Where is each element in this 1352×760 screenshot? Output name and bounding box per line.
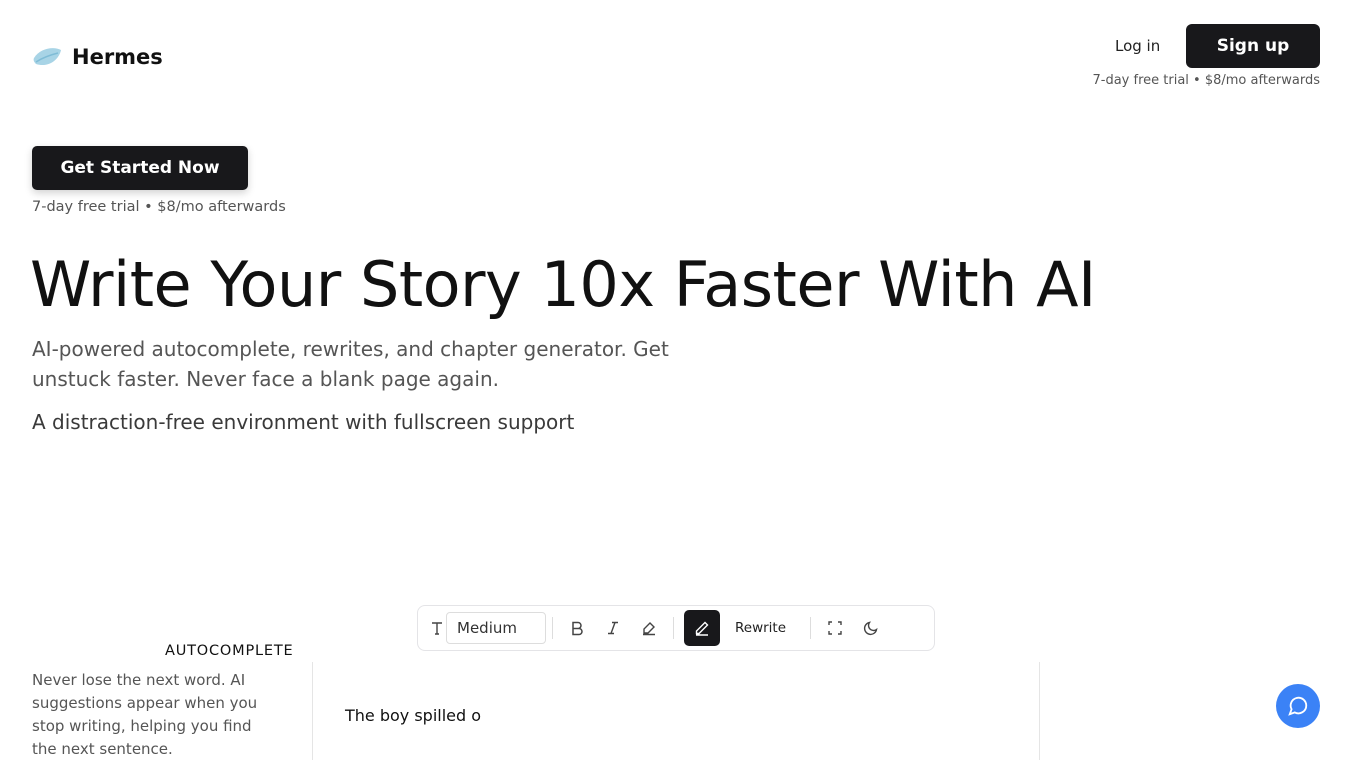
leaf-logo-icon — [32, 42, 62, 72]
toolbar-divider — [810, 617, 812, 639]
text-size-icon — [426, 610, 448, 646]
font-size-select[interactable]: Medium — [446, 612, 546, 644]
editor-content[interactable]: The boy spilled o — [345, 706, 481, 725]
get-started-button[interactable]: Get Started Now — [32, 146, 248, 190]
chat-button[interactable] — [1276, 684, 1320, 728]
brand-name: Hermes — [72, 45, 163, 69]
editor-toolbar: Medium Rewrite — [417, 605, 935, 651]
chat-bubble-icon — [1288, 696, 1308, 716]
rewrite-button[interactable]: Rewrite — [720, 620, 804, 636]
hero-tagline: A distraction-free environment with full… — [32, 410, 575, 434]
hero-headline: Write Your Story 10x Faster With AI — [30, 248, 1096, 321]
header-trial-note: 7-day free trial • $8/mo afterwards — [1092, 73, 1321, 88]
highlight-icon[interactable] — [631, 610, 667, 646]
bold-icon[interactable] — [559, 610, 595, 646]
italic-icon[interactable] — [595, 610, 631, 646]
toolbar-divider — [673, 617, 674, 639]
signup-button[interactable]: Sign up — [1186, 24, 1320, 68]
toolbar-divider — [552, 617, 553, 639]
dark-mode-icon[interactable] — [853, 610, 889, 646]
fullscreen-icon[interactable] — [817, 610, 853, 646]
hero-trial-note: 7-day free trial • $8/mo afterwards — [32, 199, 286, 215]
editor-left-border — [312, 662, 313, 760]
feature-description: Never lose the next word. AI suggestions… — [32, 671, 258, 758]
pen-icon[interactable] — [684, 610, 720, 646]
login-link[interactable]: Log in — [1097, 30, 1178, 62]
hero-subheadline: AI-powered autocomplete, rewrites, and c… — [32, 337, 669, 391]
brand-logo[interactable]: Hermes — [32, 42, 163, 72]
editor-right-border — [1039, 662, 1040, 760]
feature-title: AUTOCOMPLETE — [165, 643, 294, 659]
